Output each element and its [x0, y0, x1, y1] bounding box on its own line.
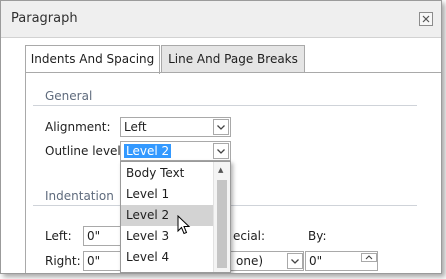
tab-indents-and-spacing[interactable]: Indents And Spacing — [25, 45, 160, 74]
outline-level-value: Level 2 — [124, 144, 172, 158]
outline-level-dropdown-list: Body Text Level 1 Level 2 Level 3 Level … — [120, 161, 231, 273]
chevron-down-icon — [217, 125, 225, 130]
indent-right-spinner[interactable]: 0" — [83, 251, 125, 271]
dialog-title: Paragraph — [11, 11, 78, 26]
outline-level-combobox[interactable]: Level 2 — [120, 141, 231, 161]
outline-level-label: Outline level: — [45, 144, 125, 158]
dropdown-option-level-1[interactable]: Level 1 — [121, 184, 217, 205]
section-indentation-heading: Indentation — [45, 189, 114, 203]
mouse-pointer-icon — [177, 215, 191, 235]
scroll-up-arrow-icon[interactable]: ▲ — [218, 166, 223, 174]
indent-left-spinner[interactable]: 0" — [83, 226, 125, 246]
indent-right-value: 0" — [87, 254, 101, 268]
section-general-divider — [33, 105, 417, 106]
tab-strip: Indents And Spacing Line And Page Breaks — [19, 45, 439, 74]
dropdown-option-level-4[interactable]: Level 4 — [121, 247, 217, 268]
chevron-down-icon — [291, 259, 299, 264]
dropdown-option-body-text[interactable]: Body Text — [121, 163, 217, 184]
dropdown-option-level-2[interactable]: Level 2 — [121, 205, 217, 226]
special-combobox[interactable]: one) — [230, 251, 304, 271]
alignment-dropdown-button[interactable] — [213, 119, 229, 135]
section-general-heading: General — [45, 89, 93, 103]
by-label: By: — [308, 229, 327, 243]
dropdown-scrollbar[interactable]: ▲ — [213, 162, 230, 272]
indent-left-value: 0" — [87, 229, 101, 243]
by-spinner[interactable]: 0" — [305, 251, 378, 271]
title-bar: Paragraph — [1, 1, 441, 38]
special-label: ecial: — [233, 229, 266, 243]
by-value: 0" — [309, 254, 323, 268]
close-icon — [422, 15, 430, 23]
close-button[interactable] — [419, 12, 433, 26]
chevron-down-icon — [217, 149, 225, 154]
by-spin-up-button[interactable] — [361, 253, 377, 262]
alignment-combobox[interactable]: Left — [120, 117, 231, 137]
tab-panel-left-border — [25, 72, 26, 273]
alignment-value: Left — [124, 120, 147, 134]
alignment-label: Alignment: — [45, 120, 111, 134]
indent-left-label: Left: — [45, 229, 72, 243]
dropdown-option-level-3[interactable]: Level 3 — [121, 226, 217, 247]
special-value: one) — [236, 254, 264, 268]
indent-right-label: Right: — [45, 254, 81, 268]
special-dropdown-button[interactable] — [287, 253, 303, 269]
paragraph-dialog: Paragraph Indents And Spacing Line And P… — [0, 0, 442, 274]
tab-line-and-page-breaks[interactable]: Line And Page Breaks — [161, 45, 305, 72]
scroll-thumb[interactable] — [217, 180, 227, 268]
outline-level-dropdown-button[interactable] — [213, 143, 229, 159]
chevron-up-icon — [365, 255, 373, 260]
tab-panel-border — [25, 72, 441, 73]
